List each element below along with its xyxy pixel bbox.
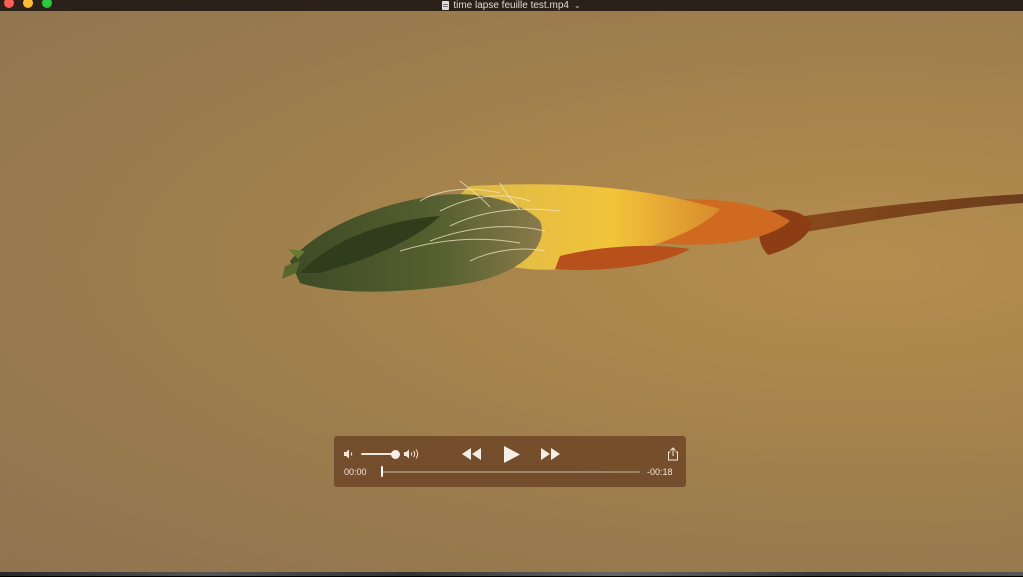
- desktop-background-strip: [0, 572, 1023, 576]
- traffic-lights: [4, 0, 52, 11]
- current-time: 00:00: [344, 467, 367, 477]
- document-icon: [442, 1, 450, 10]
- fast-forward-button[interactable]: [539, 447, 561, 461]
- minimize-window-button[interactable]: [23, 0, 33, 8]
- close-window-button[interactable]: [4, 0, 14, 8]
- volume-slider-knob[interactable]: [391, 450, 400, 459]
- volume-high-icon: [404, 449, 419, 459]
- rewind-button[interactable]: [461, 447, 483, 461]
- window-title-group[interactable]: time lapse feuille test.mp4 ⌄: [442, 0, 581, 11]
- play-button[interactable]: [502, 445, 522, 464]
- scrubber-track[interactable]: [382, 471, 640, 473]
- playback-controls[interactable]: 00:00 -00:18: [334, 436, 686, 487]
- zoom-window-button[interactable]: [42, 0, 52, 8]
- share-button[interactable]: [667, 447, 679, 461]
- chevron-down-icon[interactable]: ⌄: [574, 0, 581, 11]
- volume-low-icon: [344, 449, 353, 459]
- title-bar: time lapse feuille test.mp4 ⌄: [0, 0, 1023, 11]
- remaining-time: -00:18: [647, 467, 673, 477]
- bud-image: [282, 180, 1023, 292]
- video-frame[interactable]: [0, 11, 1023, 572]
- scrubber-playhead[interactable]: [381, 466, 383, 477]
- window-title: time lapse feuille test.mp4: [453, 0, 569, 11]
